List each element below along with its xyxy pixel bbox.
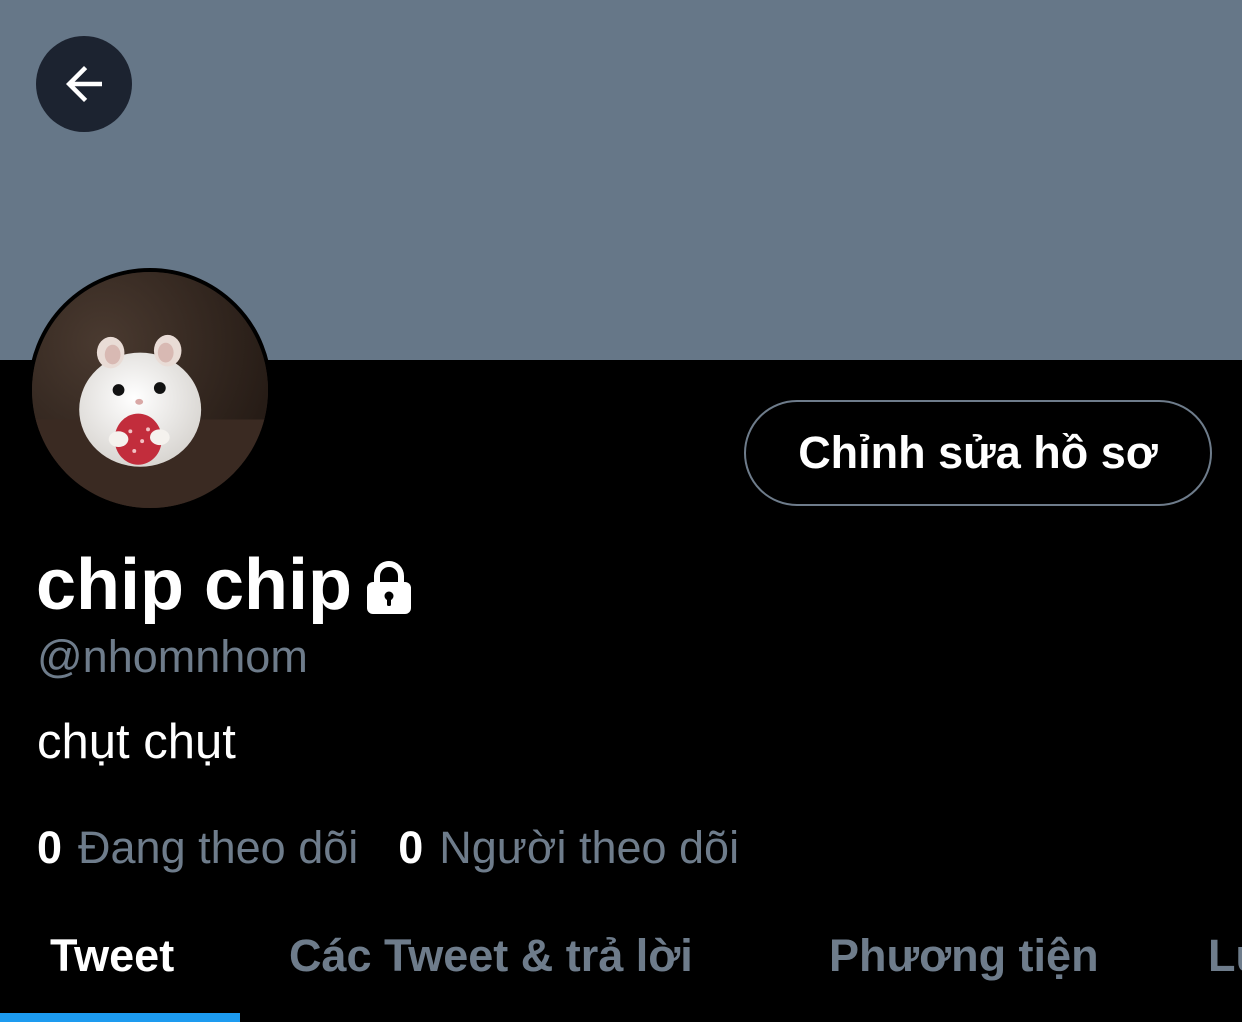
display-name-row: chip chip xyxy=(36,540,414,630)
hamster-avatar-image xyxy=(32,272,268,508)
tab-media[interactable]: Phương tiện xyxy=(829,890,1099,1022)
followers-stat[interactable]: 0 Người theo dõi xyxy=(398,820,739,876)
lock-icon xyxy=(367,561,412,614)
active-tab-indicator xyxy=(0,1013,240,1022)
back-button[interactable] xyxy=(36,36,132,132)
avatar[interactable] xyxy=(28,268,272,512)
user-handle: @nhomnhom xyxy=(37,631,308,682)
following-count: 0 xyxy=(37,822,63,873)
profile-page: Chỉnh sửa hồ sơ chip chip @nhomnhom chụt… xyxy=(0,0,1242,1022)
following-stat[interactable]: 0 Đang theo dõi xyxy=(37,820,358,876)
tab-tweets[interactable]: Tweet xyxy=(50,890,174,1022)
following-label: Đang theo dõi xyxy=(78,822,359,873)
edit-profile-button[interactable]: Chỉnh sửa hồ sơ xyxy=(744,400,1212,506)
followers-label: Người theo dõi xyxy=(439,822,740,873)
tab-likes[interactable]: Lượt thích xyxy=(1208,890,1242,1022)
profile-tabs: Tweet Các Tweet & trả lời Phương tiện Lư… xyxy=(0,890,1242,1022)
arrow-left-icon xyxy=(66,66,102,102)
follow-stats: 0 Đang theo dõi 0 Người theo dõi xyxy=(37,820,779,876)
profile-bio: chụt chụt xyxy=(37,715,236,769)
tab-tweets-and-replies[interactable]: Các Tweet & trả lời xyxy=(289,890,693,1022)
display-name: chip chip xyxy=(36,545,353,625)
followers-count: 0 xyxy=(398,822,424,873)
